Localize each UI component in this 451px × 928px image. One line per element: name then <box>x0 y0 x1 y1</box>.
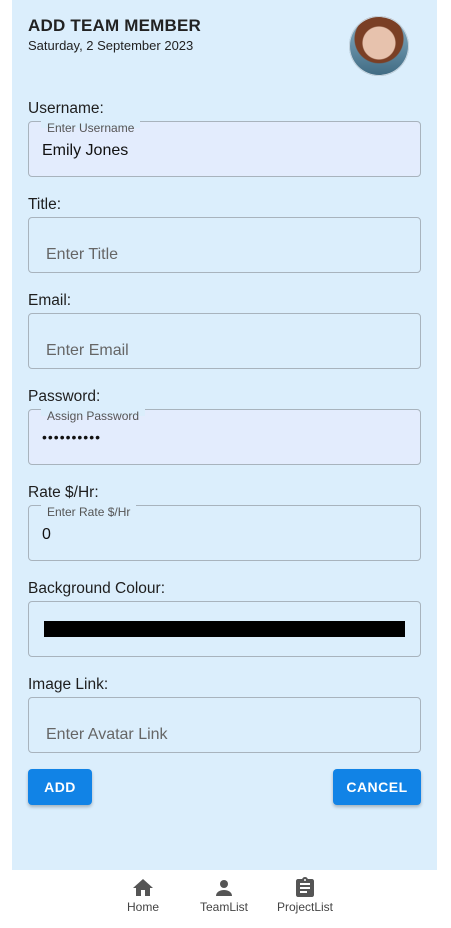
email-field[interactable]: Enter Email <box>28 313 421 369</box>
colour-swatch[interactable] <box>44 621 405 637</box>
rate-floating-label: Enter Rate $/Hr <box>41 505 137 519</box>
username-label: Username: <box>28 100 104 117</box>
header: ADD TEAM MEMBER Saturday, 2 September 20… <box>28 16 201 53</box>
nav-projectlist[interactable]: ProjectList <box>270 876 340 914</box>
nav-home[interactable]: Home <box>120 876 166 914</box>
nav-projectlist-label: ProjectList <box>276 900 334 914</box>
title-label: Title: <box>28 196 62 213</box>
image-link-placeholder: Enter Avatar Link <box>46 726 168 743</box>
cancel-button[interactable]: CANCEL <box>333 769 421 805</box>
username-floating-label: Enter Username <box>41 121 141 135</box>
rate-value: 0 <box>42 526 51 543</box>
email-label: Email: <box>28 292 72 309</box>
add-button[interactable]: ADD <box>28 769 92 805</box>
email-placeholder: Enter Email <box>46 342 129 359</box>
rate-field[interactable]: Enter Rate $/Hr 0 <box>28 505 421 561</box>
password-floating-label: Assign Password <box>41 409 146 423</box>
bottom-nav: Home TeamList ProjectList <box>0 870 451 928</box>
title-placeholder: Enter Title <box>46 246 119 263</box>
nav-home-label: Home <box>126 900 159 914</box>
rate-label: Rate $/Hr: <box>28 484 99 501</box>
page-title: ADD TEAM MEMBER <box>28 16 201 35</box>
person-icon <box>216 880 232 896</box>
clipboard-icon <box>296 877 314 897</box>
nav-teamlist[interactable]: TeamList <box>194 876 254 914</box>
username-value: Emily Jones <box>42 142 129 159</box>
password-field[interactable]: Assign Password •••••••••• <box>28 409 421 465</box>
avatar[interactable] <box>349 16 409 76</box>
title-field[interactable]: Enter Title <box>28 217 421 273</box>
username-field[interactable]: Enter Username Emily Jones <box>28 121 421 177</box>
image-link-label: Image Link: <box>28 676 109 693</box>
form-panel: ADD TEAM MEMBER Saturday, 2 September 20… <box>12 0 437 870</box>
password-value: •••••••••• <box>42 429 102 445</box>
nav-teamlist-label: TeamList <box>199 900 249 914</box>
home-icon <box>133 879 153 896</box>
background-colour-label: Background Colour: <box>28 580 165 597</box>
password-label: Password: <box>28 388 101 405</box>
image-link-field[interactable]: Enter Avatar Link <box>28 697 421 753</box>
page-date: Saturday, 2 September 2023 <box>28 38 194 53</box>
background-colour-picker[interactable] <box>28 601 421 657</box>
